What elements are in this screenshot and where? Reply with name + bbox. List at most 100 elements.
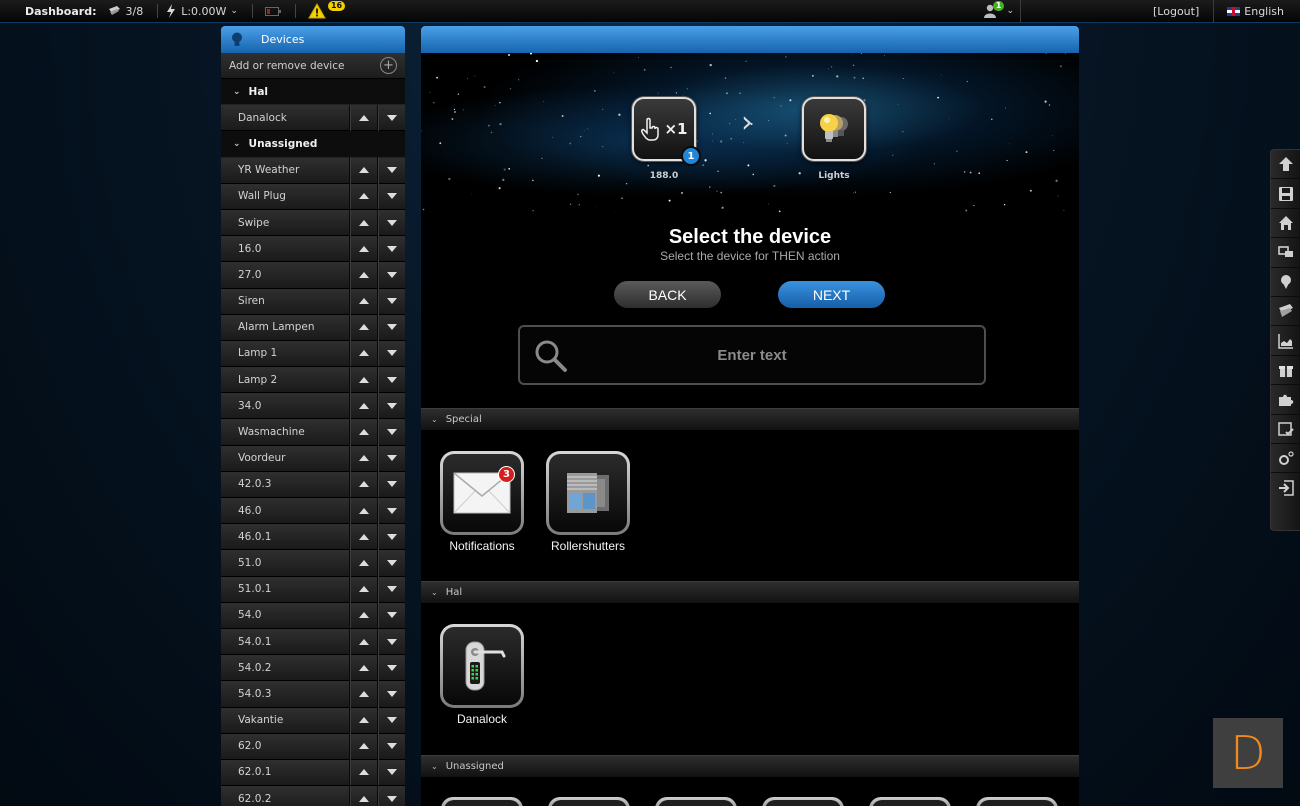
device-list-item[interactable]: 54.0: [221, 602, 405, 629]
move-up-button[interactable]: [349, 183, 377, 210]
device-list-item[interactable]: 62.0: [221, 733, 405, 760]
move-up-button[interactable]: [349, 419, 377, 446]
device-list-item[interactable]: Lamp 2: [221, 366, 405, 394]
move-down-button[interactable]: [377, 602, 405, 629]
gift-icon[interactable]: [1271, 356, 1300, 386]
move-up-button[interactable]: [349, 340, 377, 367]
device-list-item[interactable]: 54.0.3: [221, 680, 405, 708]
section-unassigned[interactable]: ⌄ Unassigned: [421, 755, 1079, 777]
back-button[interactable]: BACK: [614, 281, 721, 308]
device-list-item[interactable]: Wall Plug: [221, 183, 405, 210]
tile-partial-5[interactable]: [869, 797, 951, 806]
move-up-button[interactable]: [349, 497, 377, 524]
tile-partial-1[interactable]: [441, 797, 523, 806]
language-selector[interactable]: English: [1214, 0, 1300, 23]
move-down-button[interactable]: [377, 680, 405, 707]
tile-notifications[interactable]: 3 Notifications: [439, 451, 525, 553]
logout-icon[interactable]: [1271, 473, 1300, 502]
device-group-header[interactable]: ⌄ Unassigned: [221, 131, 405, 158]
device-list-item[interactable]: Voordeur: [221, 445, 405, 472]
device-list-item[interactable]: 51.0.1: [221, 576, 405, 603]
move-down-button[interactable]: [377, 759, 405, 786]
move-down-button[interactable]: [377, 576, 405, 603]
move-down-button[interactable]: [377, 471, 405, 498]
device-list-item[interactable]: Lamp 1: [221, 340, 405, 368]
move-down-button[interactable]: [377, 733, 405, 760]
battery-status[interactable]: [259, 0, 289, 23]
move-up-button[interactable]: [349, 288, 377, 315]
add-remove-device-row[interactable]: Add or remove device +: [221, 53, 405, 79]
section-hal[interactable]: ⌄ Hal: [421, 581, 1079, 603]
tile-partial-2[interactable]: [548, 797, 630, 806]
move-down-button[interactable]: [377, 288, 405, 315]
users-menu[interactable]: 1 ⌄: [975, 0, 1022, 23]
step-action[interactable]: [802, 97, 866, 161]
home-icon[interactable]: [1271, 209, 1300, 239]
device-list-item[interactable]: 54.0.1: [221, 628, 405, 656]
move-up-button[interactable]: [349, 366, 377, 393]
map-pin-icon[interactable]: [1271, 268, 1300, 297]
tile-partial-6[interactable]: [976, 797, 1058, 806]
move-up-button[interactable]: [349, 209, 377, 236]
move-up-button[interactable]: [349, 785, 377, 806]
move-up-button[interactable]: [349, 235, 377, 262]
chart-icon[interactable]: [1271, 326, 1300, 356]
device-list-item[interactable]: YR Weather: [221, 157, 405, 184]
move-up-button[interactable]: [349, 549, 377, 576]
device-list-item[interactable]: Swipe: [221, 209, 405, 237]
device-list-item[interactable]: 42.0.3: [221, 471, 405, 498]
move-down-button[interactable]: [377, 419, 405, 446]
move-up-button[interactable]: [349, 707, 377, 734]
move-down-button[interactable]: [377, 497, 405, 524]
device-list-item[interactable]: Vakantie: [221, 707, 405, 734]
move-down-button[interactable]: [377, 157, 405, 184]
move-down-button[interactable]: [377, 523, 405, 550]
power-status[interactable]: L:0.00W ⌄: [164, 0, 246, 23]
device-list-item[interactable]: Siren: [221, 288, 405, 315]
move-up-button[interactable]: [349, 523, 377, 550]
tile-partial-4[interactable]: [762, 797, 844, 806]
devices-status[interactable]: 3/8: [100, 0, 151, 23]
add-device-icon[interactable]: +: [380, 57, 397, 74]
device-list-item[interactable]: Wasmachine: [221, 419, 405, 446]
device-list-item[interactable]: 16.0: [221, 235, 405, 263]
plugin-icon[interactable]: [1271, 385, 1300, 415]
move-up-button[interactable]: [349, 628, 377, 655]
move-down-button[interactable]: [377, 104, 405, 131]
device-group-header[interactable]: ⌄ Hal: [221, 79, 405, 106]
device-list-item[interactable]: 27.0: [221, 261, 405, 289]
logout-link[interactable]: [Logout]: [1145, 0, 1215, 23]
move-up-button[interactable]: [349, 392, 377, 419]
move-down-button[interactable]: [377, 392, 405, 419]
move-up-button[interactable]: [349, 471, 377, 498]
device-list-item[interactable]: 46.0.1: [221, 523, 405, 551]
move-down-button[interactable]: [377, 654, 405, 681]
move-down-button[interactable]: [377, 235, 405, 262]
device-list-item[interactable]: 54.0.2: [221, 654, 405, 682]
move-down-button[interactable]: [377, 209, 405, 236]
move-down-button[interactable]: [377, 366, 405, 393]
settings-icon[interactable]: [1271, 444, 1300, 474]
tile-partial-3[interactable]: [655, 797, 737, 806]
move-down-button[interactable]: [377, 340, 405, 367]
move-down-button[interactable]: [377, 549, 405, 576]
tile-danalock[interactable]: Danalock: [439, 624, 525, 726]
move-up-button[interactable]: [349, 576, 377, 603]
move-down-button[interactable]: [377, 183, 405, 210]
arrow-up-icon[interactable]: [1271, 150, 1300, 180]
scene-icon[interactable]: [1271, 297, 1300, 327]
move-up-button[interactable]: [349, 261, 377, 288]
device-list-item[interactable]: Alarm Lampen: [221, 314, 405, 341]
move-down-button[interactable]: [377, 314, 405, 341]
move-up-button[interactable]: [349, 759, 377, 786]
device-list-item[interactable]: 62.0.2: [221, 785, 405, 806]
warnings-status[interactable]: 16: [302, 0, 353, 23]
device-list-item[interactable]: 34.0: [221, 392, 405, 420]
calendar-check-icon[interactable]: [1271, 415, 1300, 444]
move-up-button[interactable]: [349, 445, 377, 472]
next-button[interactable]: NEXT: [778, 281, 885, 308]
move-down-button[interactable]: [377, 785, 405, 806]
move-up-button[interactable]: [349, 654, 377, 681]
move-up-button[interactable]: [349, 104, 377, 131]
move-up-button[interactable]: [349, 602, 377, 629]
